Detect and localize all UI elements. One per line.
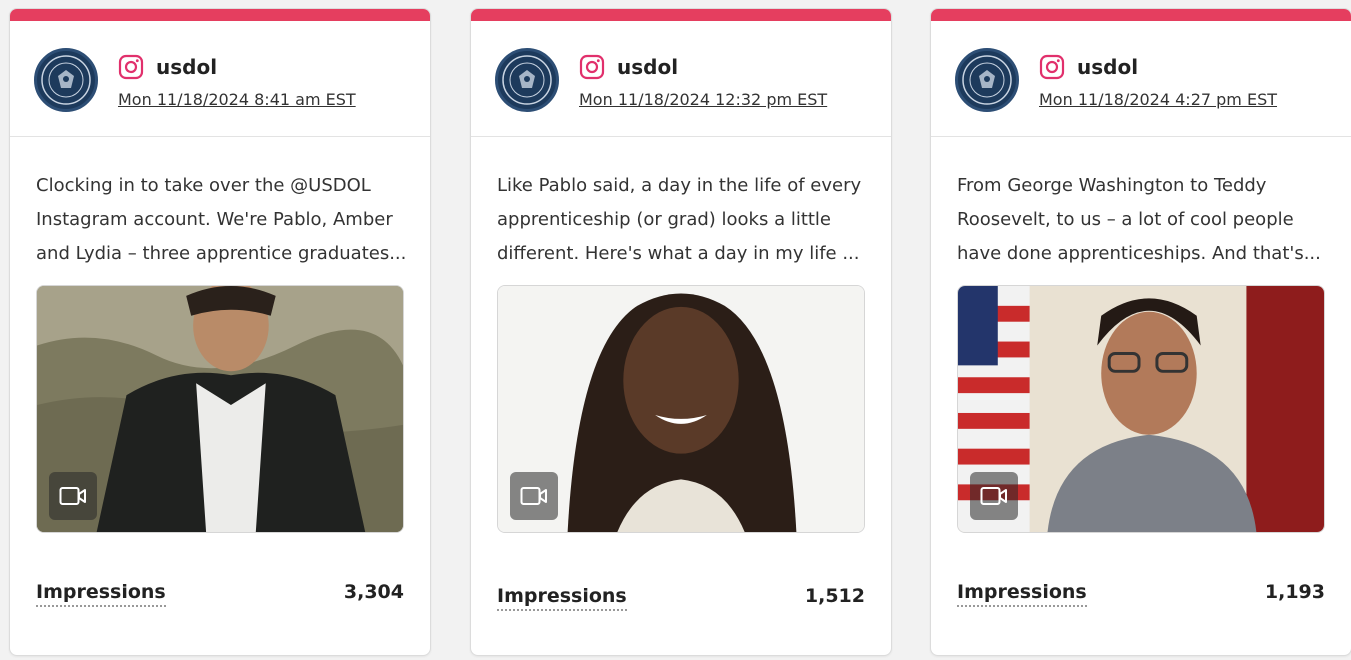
post-timestamp-link[interactable]: Mon 11/18/2024 8:41 am EST [118, 89, 356, 111]
avatar[interactable] [34, 48, 98, 112]
post-caption: Like Pablo said, a day in the life of ev… [497, 175, 862, 264]
post-caption: From George Washington to Teddy Roosevel… [957, 175, 1321, 264]
impressions-value: 1,512 [804, 585, 865, 607]
video-camera-icon [980, 487, 1007, 505]
instagram-icon [1039, 54, 1065, 80]
video-badge [49, 472, 97, 520]
post-media-thumbnail[interactable] [36, 285, 404, 533]
card-header: usdol Mon 11/18/2024 4:27 pm EST [931, 21, 1351, 137]
impressions-metric: Impressions 3,304 [36, 579, 404, 611]
post-cards-grid: usdol Mon 11/18/2024 8:41 am EST Clockin… [0, 0, 1351, 660]
post-caption: Clocking in to take over the @USDOL Inst… [36, 175, 407, 264]
instagram-icon [579, 54, 605, 80]
seal-icon [41, 55, 91, 105]
impressions-label[interactable]: Impressions [497, 583, 627, 611]
impressions-metric: Impressions 1,512 [497, 583, 865, 615]
account-handle[interactable]: usdol [1077, 54, 1138, 80]
card-accent-bar [471, 9, 891, 21]
post-card[interactable]: usdol Mon 11/18/2024 8:41 am EST Clockin… [9, 8, 431, 656]
post-card[interactable]: usdol Mon 11/18/2024 4:27 pm EST From Ge… [930, 8, 1351, 656]
account-handle[interactable]: usdol [617, 54, 678, 80]
impressions-value: 3,304 [343, 581, 404, 603]
video-camera-icon [59, 487, 86, 505]
post-media-thumbnail[interactable] [957, 285, 1325, 533]
impressions-value: 1,193 [1264, 581, 1325, 603]
card-accent-bar [931, 9, 1351, 21]
impressions-metric: Impressions 1,193 [957, 579, 1325, 611]
card-accent-bar [10, 9, 430, 21]
video-badge [510, 472, 558, 520]
video-badge [970, 472, 1018, 520]
seal-icon [962, 55, 1012, 105]
avatar[interactable] [495, 48, 559, 112]
card-header: usdol Mon 11/18/2024 8:41 am EST [10, 21, 430, 137]
card-header: usdol Mon 11/18/2024 12:32 pm EST [471, 21, 891, 137]
post-media-thumbnail[interactable] [497, 285, 865, 533]
video-camera-icon [520, 487, 547, 505]
account-handle[interactable]: usdol [156, 54, 217, 80]
impressions-label[interactable]: Impressions [36, 579, 166, 607]
instagram-icon [118, 54, 144, 80]
post-timestamp-link[interactable]: Mon 11/18/2024 12:32 pm EST [579, 89, 827, 111]
impressions-label[interactable]: Impressions [957, 579, 1087, 607]
avatar[interactable] [955, 48, 1019, 112]
seal-icon [502, 55, 552, 105]
post-card[interactable]: usdol Mon 11/18/2024 12:32 pm EST Like P… [470, 8, 892, 656]
post-timestamp-link[interactable]: Mon 11/18/2024 4:27 pm EST [1039, 89, 1277, 111]
